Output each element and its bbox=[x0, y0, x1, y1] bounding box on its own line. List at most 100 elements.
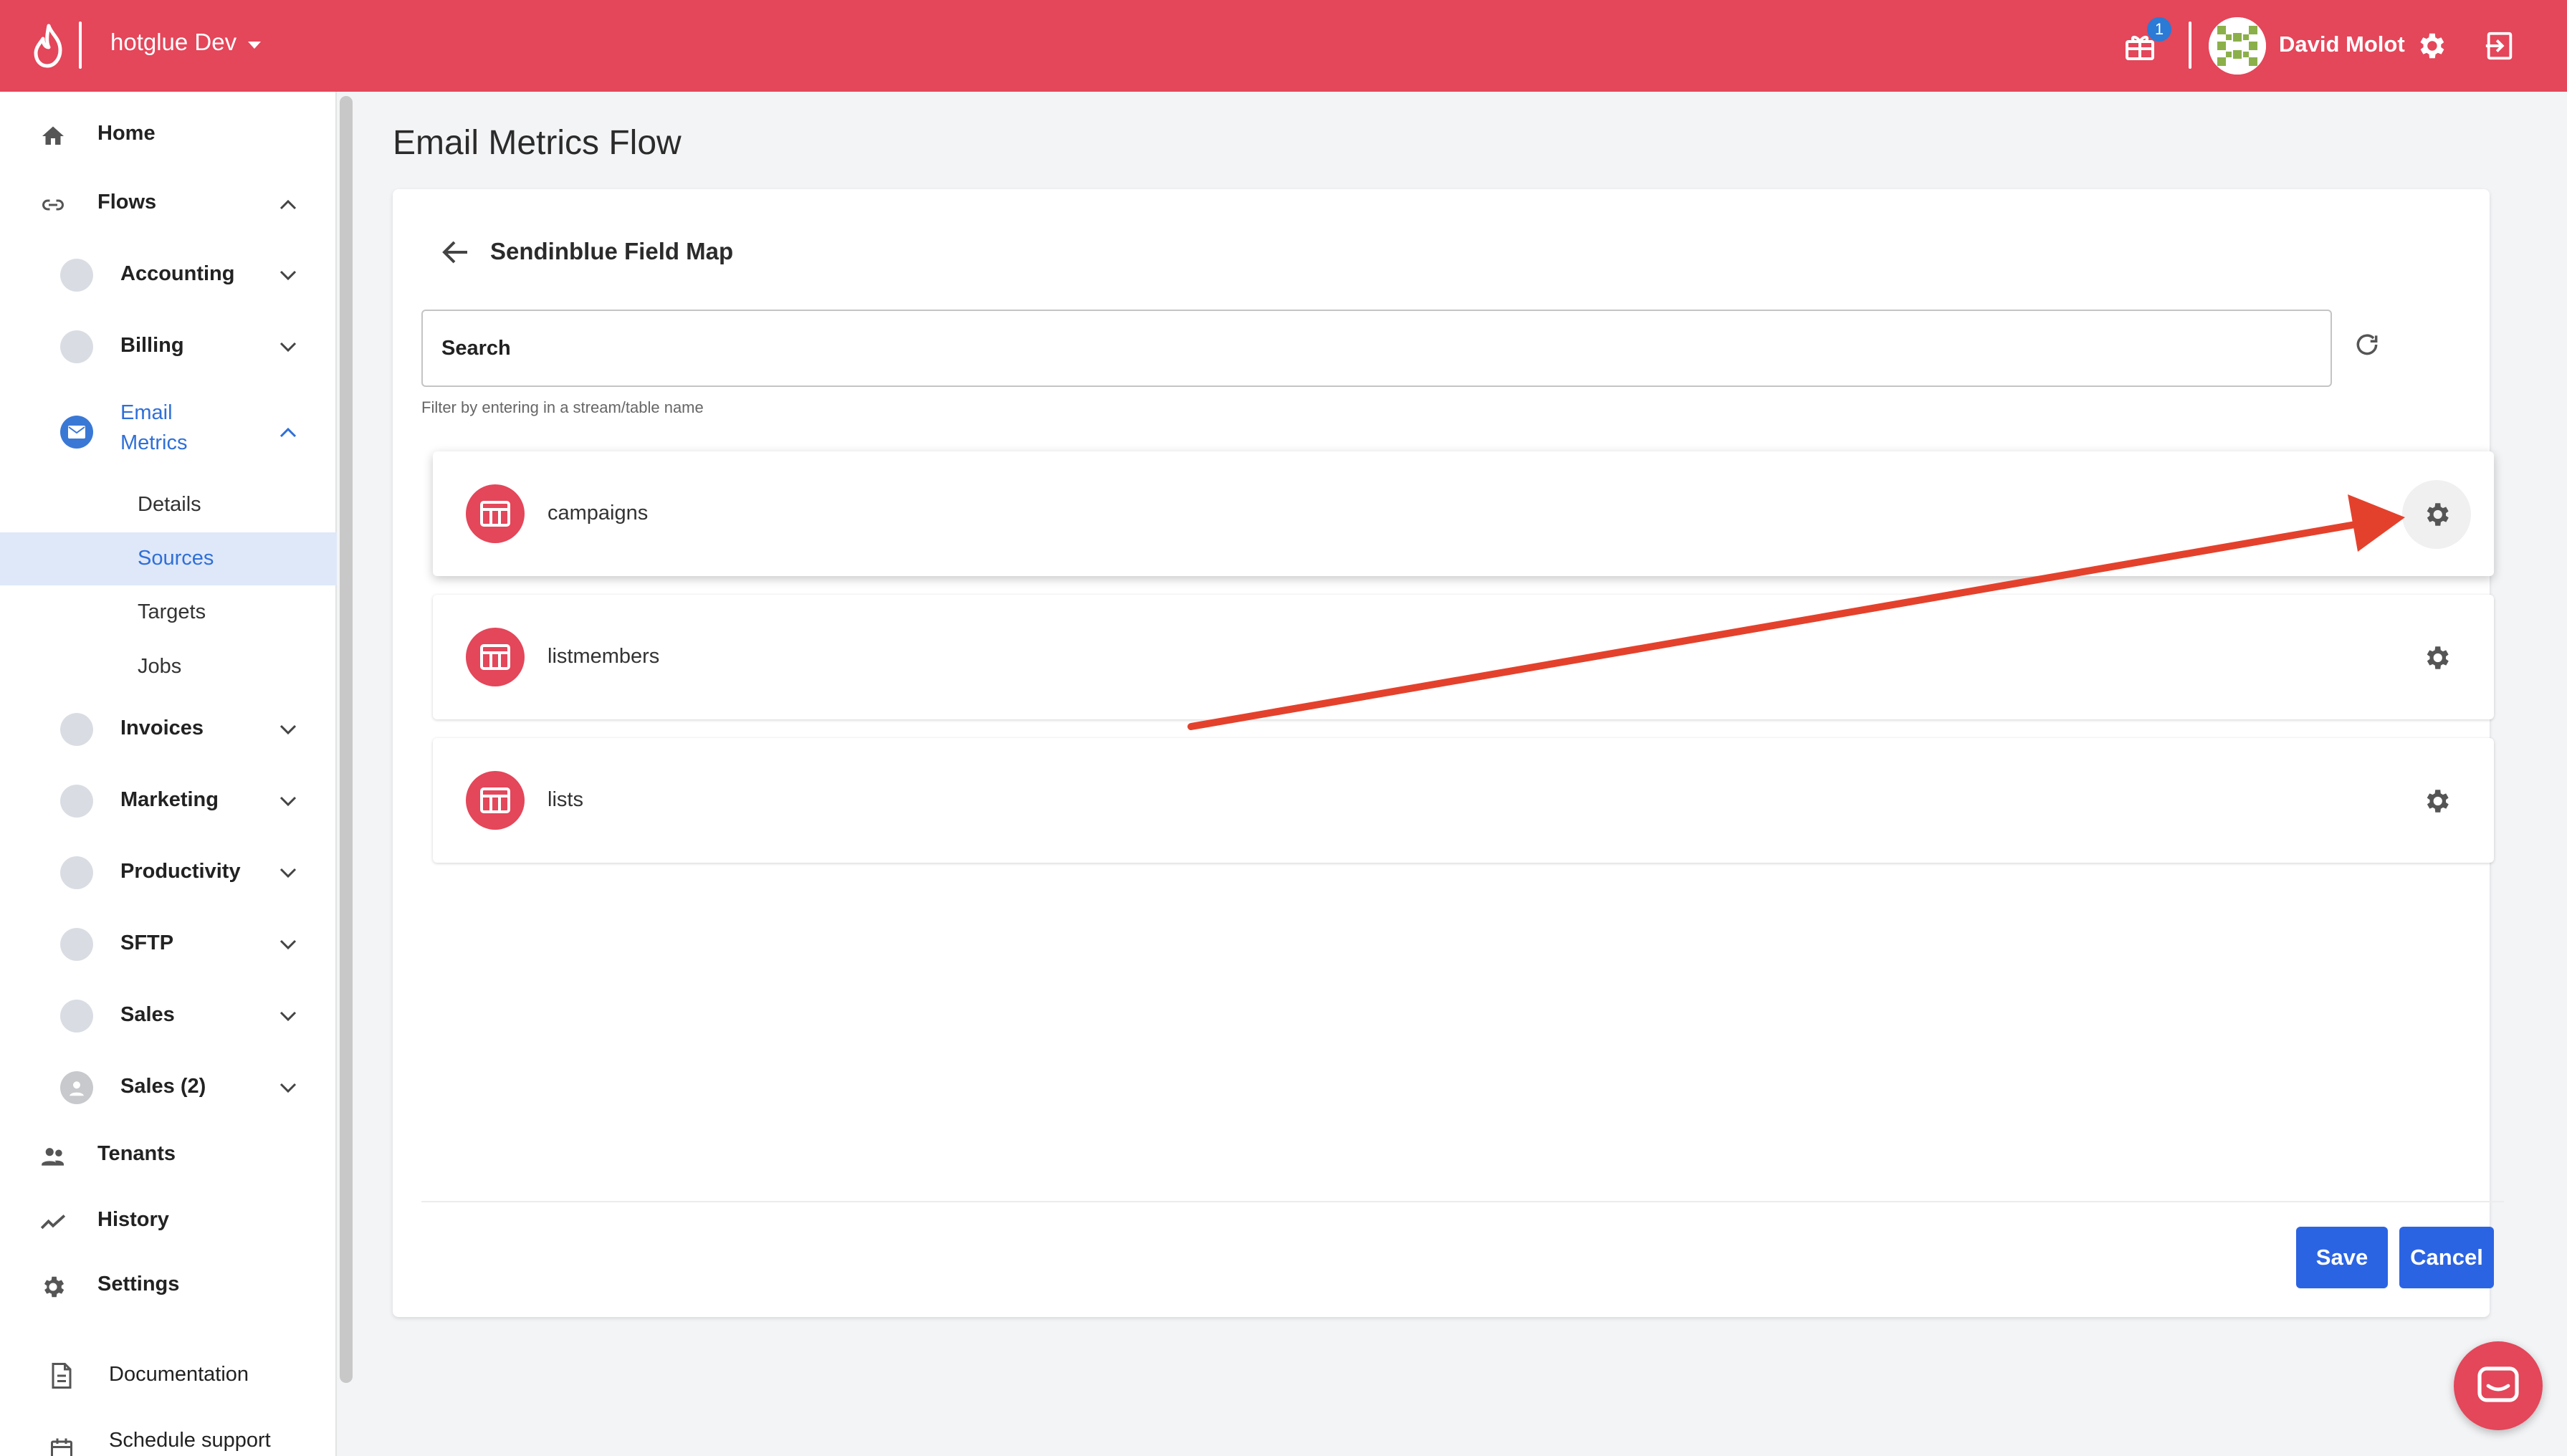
page-title: Email Metrics Flow bbox=[393, 124, 682, 162]
stream-row-campaigns[interactable]: campaigns bbox=[433, 451, 2494, 576]
sidebar-subitem-jobs[interactable]: Jobs bbox=[0, 641, 337, 694]
link-icon bbox=[39, 191, 67, 219]
gear-icon bbox=[39, 1273, 67, 1301]
caret-down-icon bbox=[247, 29, 262, 56]
stream-row-lists[interactable]: lists bbox=[433, 738, 2494, 863]
sidebar-item-tenants[interactable]: Tenants bbox=[0, 1138, 337, 1174]
chevron-down-icon[interactable] bbox=[275, 788, 301, 814]
stream-settings-gear-icon[interactable] bbox=[2402, 480, 2471, 549]
email-app-icon bbox=[60, 416, 93, 449]
sidebar-item-invoices[interactable]: Invoices bbox=[0, 711, 337, 748]
sidebar-item-label-line2: Metrics bbox=[120, 431, 188, 454]
sidebar-subitem-label: Details bbox=[138, 493, 201, 516]
table-icon bbox=[466, 771, 525, 830]
sidebar-subitem-label: Targets bbox=[138, 600, 206, 623]
avatar[interactable] bbox=[2209, 17, 2266, 75]
sales2-app-icon bbox=[60, 1071, 93, 1104]
logout-icon[interactable] bbox=[2477, 23, 2523, 69]
sidebar-item-label: Accounting bbox=[120, 262, 235, 285]
logo-divider bbox=[79, 21, 82, 69]
sidebar-item-sftp[interactable]: SFTP bbox=[0, 926, 337, 963]
sidebar-item-marketing[interactable]: Marketing bbox=[0, 782, 337, 820]
sidebar-link-schedule-support[interactable]: Schedule support bbox=[0, 1423, 337, 1456]
refresh-icon[interactable] bbox=[2349, 327, 2385, 363]
search-helper-text: Filter by entering in a stream/table nam… bbox=[421, 398, 704, 416]
sidebar bbox=[0, 92, 337, 1456]
sidebar-item-label: Marketing bbox=[120, 788, 219, 811]
panel-title: Sendinblue Field Map bbox=[490, 238, 734, 264]
sidebar-subitem-label: Sources bbox=[138, 547, 214, 570]
sidebar-item-email-metrics[interactable]: Email Metrics bbox=[0, 398, 337, 466]
chevron-up-icon[interactable] bbox=[275, 192, 301, 218]
people-icon bbox=[39, 1142, 67, 1171]
sidebar-item-label: Home bbox=[97, 122, 156, 145]
workspace-name: hotglue Dev bbox=[110, 29, 237, 55]
top-bar: hotglue Dev 1 David Molot bbox=[0, 0, 2567, 92]
sidebar-item-productivity[interactable]: Productivity bbox=[0, 854, 337, 891]
user-name[interactable]: David Molot bbox=[2279, 32, 2405, 57]
chevron-down-icon[interactable] bbox=[275, 717, 301, 742]
sidebar-item-label: Tenants bbox=[97, 1142, 176, 1165]
chat-launcher-icon[interactable] bbox=[2454, 1341, 2543, 1430]
notification-badge: 1 bbox=[2147, 17, 2171, 42]
search-input[interactable] bbox=[421, 310, 2332, 387]
chevron-up-icon[interactable] bbox=[275, 420, 301, 446]
sidebar-item-sales[interactable]: Sales bbox=[0, 997, 337, 1035]
sidebar-item-settings[interactable]: Settings bbox=[0, 1268, 337, 1304]
chevron-down-icon[interactable] bbox=[275, 1075, 301, 1101]
sidebar-item-billing[interactable]: Billing bbox=[0, 328, 337, 365]
calendar-icon bbox=[47, 1437, 76, 1456]
sidebar-item-accounting[interactable]: Accounting bbox=[0, 257, 337, 294]
sidebar-scrollbar[interactable] bbox=[340, 96, 353, 1383]
sidebar-item-label: Sales (2) bbox=[120, 1075, 206, 1098]
sales-app-icon bbox=[60, 1000, 93, 1033]
stream-settings-gear-icon[interactable] bbox=[2402, 623, 2471, 692]
chevron-down-icon[interactable] bbox=[275, 931, 301, 957]
sidebar-item-label: Billing bbox=[120, 334, 184, 357]
stream-row-listmembers[interactable]: listmembers bbox=[433, 595, 2494, 719]
sidebar-item-flows[interactable]: Flows bbox=[0, 186, 337, 222]
save-button[interactable]: Save bbox=[2296, 1227, 2388, 1288]
sidebar-item-history[interactable]: History bbox=[0, 1204, 337, 1240]
sidebar-link-label: Documentation bbox=[109, 1363, 249, 1386]
sidebar-subitem-targets[interactable]: Targets bbox=[0, 586, 337, 639]
stream-name: listmembers bbox=[548, 645, 660, 668]
productivity-app-icon bbox=[60, 856, 93, 889]
document-icon bbox=[47, 1361, 76, 1390]
gear-icon[interactable] bbox=[2408, 23, 2454, 69]
flame-logo-icon[interactable] bbox=[29, 23, 69, 69]
home-icon bbox=[39, 122, 67, 150]
sidebar-item-label: Flows bbox=[97, 191, 157, 214]
sidebar-item-label: History bbox=[97, 1208, 169, 1231]
sidebar-item-label: Productivity bbox=[120, 860, 241, 883]
chevron-down-icon[interactable] bbox=[275, 1003, 301, 1029]
panel-footer-divider bbox=[421, 1201, 2504, 1202]
chevron-down-icon[interactable] bbox=[275, 860, 301, 886]
stream-settings-gear-icon[interactable] bbox=[2402, 767, 2471, 835]
table-icon bbox=[466, 628, 525, 686]
sidebar-item-label-line1: Email bbox=[120, 401, 173, 424]
sidebar-subitem-details[interactable]: Details bbox=[0, 479, 337, 532]
stream-name: campaigns bbox=[548, 502, 649, 525]
workspace-selector[interactable]: hotglue Dev bbox=[110, 29, 262, 56]
sidebar-item-home[interactable]: Home bbox=[0, 118, 337, 153]
sidebar-item-label: Sales bbox=[120, 1003, 175, 1026]
sidebar-link-label: Schedule support bbox=[109, 1429, 271, 1452]
back-arrow-icon[interactable] bbox=[439, 235, 473, 269]
sidebar-link-documentation[interactable]: Documentation bbox=[0, 1357, 337, 1393]
header-divider bbox=[2189, 21, 2191, 69]
cancel-button[interactable]: Cancel bbox=[2399, 1227, 2494, 1288]
sidebar-item-label: Settings bbox=[97, 1273, 180, 1295]
invoices-app-icon bbox=[60, 713, 93, 746]
sidebar-subitem-sources[interactable]: Sources bbox=[0, 532, 337, 585]
chevron-down-icon[interactable] bbox=[275, 334, 301, 360]
marketing-app-icon bbox=[60, 785, 93, 818]
accounting-app-icon bbox=[60, 259, 93, 292]
sidebar-item-sales-2[interactable]: Sales (2) bbox=[0, 1069, 337, 1106]
trend-icon bbox=[39, 1208, 67, 1237]
sidebar-subitem-label: Jobs bbox=[138, 655, 182, 678]
table-icon bbox=[466, 484, 525, 543]
chevron-down-icon[interactable] bbox=[275, 262, 301, 288]
billing-app-icon bbox=[60, 330, 93, 363]
sftp-app-icon bbox=[60, 928, 93, 961]
